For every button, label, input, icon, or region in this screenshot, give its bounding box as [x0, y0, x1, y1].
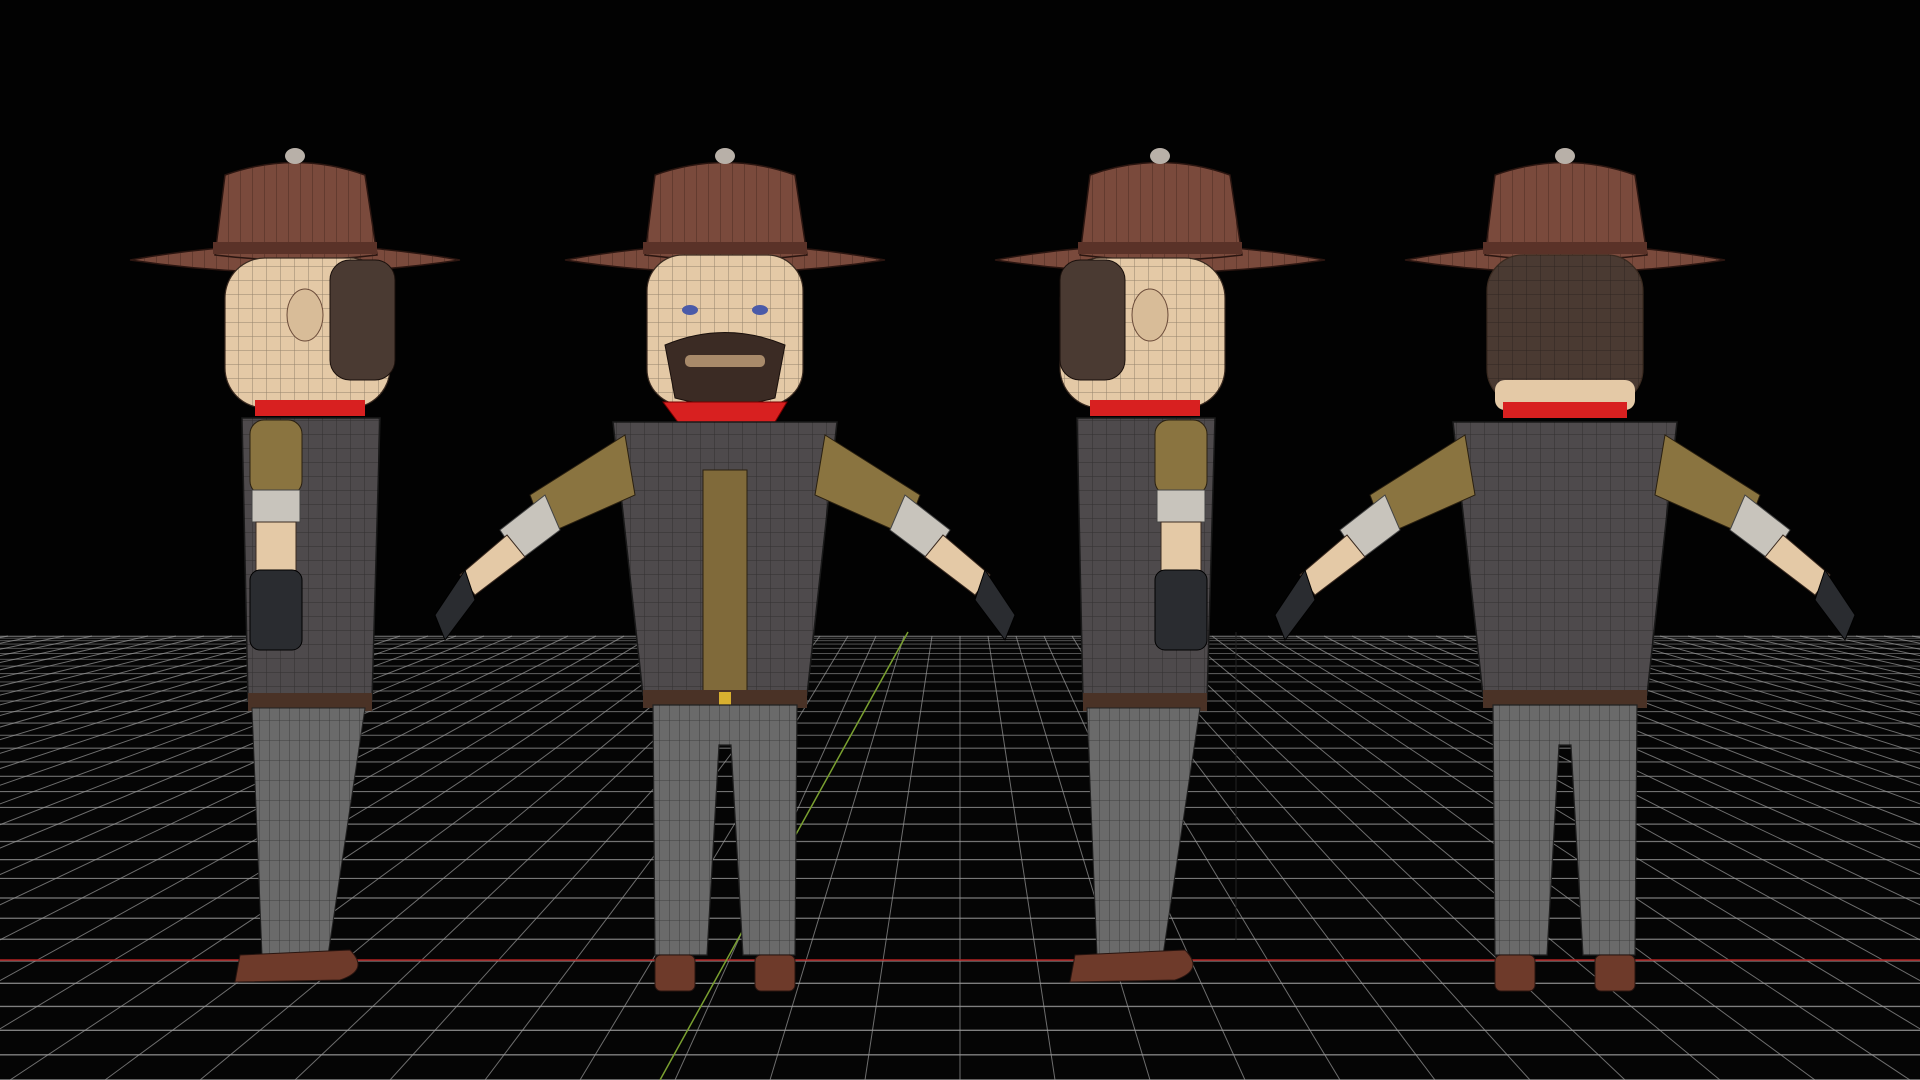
forearm	[255, 521, 297, 573]
cuff	[251, 489, 301, 523]
3d-viewport[interactable]	[0, 0, 1920, 1080]
shirt	[702, 469, 748, 696]
hair	[329, 259, 396, 381]
hat-button	[285, 148, 305, 164]
beard	[664, 332, 786, 406]
forearm	[1160, 521, 1202, 573]
belt-buckle	[719, 692, 731, 706]
jacket-wire	[1453, 422, 1677, 695]
hat-band	[643, 242, 807, 254]
hat-band	[213, 242, 377, 254]
boot-right	[1594, 954, 1636, 992]
upper-arm	[249, 419, 303, 496]
upper-arm	[1154, 419, 1208, 496]
glove	[1274, 568, 1316, 642]
boot-left	[654, 954, 696, 992]
bandana	[1090, 400, 1200, 416]
hat-button	[1555, 148, 1575, 164]
hat-button	[715, 148, 735, 164]
hat-button	[1150, 148, 1170, 164]
hair	[1059, 259, 1126, 381]
eye-left	[682, 305, 698, 315]
ear	[1131, 288, 1169, 342]
eye-right	[752, 305, 768, 315]
glove	[1154, 569, 1208, 651]
glove	[974, 568, 1016, 642]
hat-band	[1078, 242, 1242, 254]
hat-band	[1483, 242, 1647, 254]
viewport-canvas[interactable]	[0, 0, 1920, 1080]
cuff	[1156, 489, 1206, 523]
boot	[234, 949, 359, 983]
boot	[1069, 949, 1194, 983]
boot-right	[754, 954, 796, 992]
ear	[286, 288, 324, 342]
mouth	[685, 355, 765, 367]
glove	[1814, 568, 1856, 642]
glove	[249, 569, 303, 651]
glove	[434, 568, 476, 642]
boot-left	[1494, 954, 1536, 992]
bandana	[255, 400, 365, 416]
bandana	[1503, 402, 1627, 418]
